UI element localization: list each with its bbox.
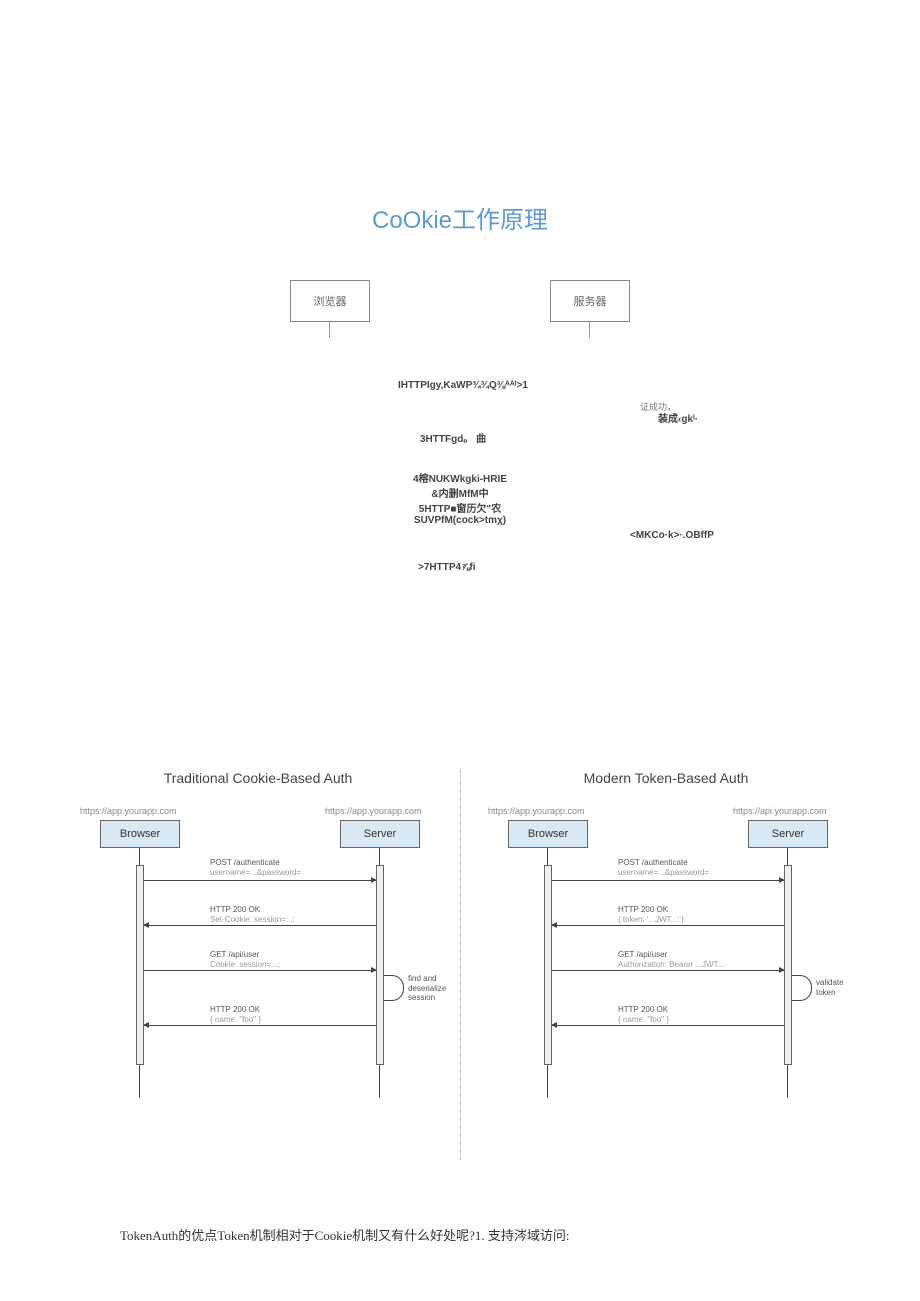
server-box: 服务器 <box>550 280 630 322</box>
vertical-divider <box>460 770 461 1160</box>
cookie-server-activation <box>376 865 384 1065</box>
cookie-auth-diagram: Traditional Cookie-Based Auth https://ap… <box>70 770 446 1110</box>
token-auth-title: Modern Token-Based Auth <box>478 770 854 786</box>
cookie-msg-3 <box>144 970 376 971</box>
token-auth-diagram: Modern Token-Based Auth https://app.your… <box>478 770 854 1110</box>
cookie-msg-4b: { name: "foo" } <box>210 1015 261 1025</box>
cookie-url-right: https://app.yourapp.com <box>325 806 422 816</box>
token-url-right: https://api.yourapp.com <box>733 806 827 816</box>
cookie-url-left: https://app.yourapp.com <box>80 806 177 816</box>
token-browser-activation <box>544 865 552 1065</box>
token-msg-3b: Authorization: Bearer ...JWT... <box>618 960 724 970</box>
cookie-auth-title: Traditional Cookie-Based Auth <box>70 770 446 786</box>
footer-paragraph: TokenAuth的优点Token机制相对于Cookie机制又有什么好处呢?1.… <box>120 1225 800 1244</box>
cookie-msg-2b: Set-Cookie: session=...; <box>210 915 295 925</box>
token-msg-1a: POST /authenticate <box>618 858 688 868</box>
cookie-msg-1a: POST /authenticate <box>210 858 280 868</box>
cookie-msg-1 <box>144 880 376 881</box>
token-msg-4a: HTTP 200 OK <box>618 1005 668 1015</box>
token-msg-2 <box>552 925 784 926</box>
token-msg-4 <box>552 1025 784 1026</box>
note-4: 5HTTP■窗历欠"农 SUVPfM(cock>tmχ) <box>370 500 550 526</box>
cookie-msg-2 <box>144 925 376 926</box>
token-server-activation <box>784 865 792 1065</box>
cookie-msg-4a: HTTP 200 OK <box>210 1005 260 1015</box>
server-dropline <box>589 322 590 338</box>
browser-box: 浏览器 <box>290 280 370 322</box>
note-3: 4榕NUKWkgki-HRIE &内删MfM中 <box>380 470 540 500</box>
cookie-msg-2a: HTTP 200 OK <box>210 905 260 915</box>
cookie-msg-3a: GET /api/user <box>210 950 259 960</box>
token-loop-label: validate token <box>816 978 844 997</box>
cookie-msg-1b: username=...&password= <box>210 868 301 878</box>
main-title: CoOkie工作原理 <box>0 200 920 235</box>
cookie-browser-box: Browser <box>100 820 180 848</box>
token-loop <box>792 975 812 1001</box>
note-1: IHTTPIgy,KaWP¾¾Q⅜ᴬᴬᴵ>1 <box>398 380 528 391</box>
side-note-2: <MKCo·k>·.OBffP <box>630 530 714 541</box>
note-5: >7HTTP4⅞fi <box>418 562 476 573</box>
token-msg-2b: { token: '...JWT...' } <box>618 915 684 925</box>
token-msg-3 <box>552 970 784 971</box>
side-note-1b: 装成‹gkᴵ· <box>658 410 698 425</box>
token-msg-1b: username=...&password= <box>618 868 709 878</box>
cookie-browser-activation <box>136 865 144 1065</box>
cookie-loop <box>384 975 404 1001</box>
browser-dropline <box>329 322 330 338</box>
token-msg-4b: { name: "foo" } <box>618 1015 669 1025</box>
token-msg-3a: GET /api/user <box>618 950 667 960</box>
page: CoOkie工作原理 浏览器 服务器 IHTTPIgy,KaWP¾¾Q⅜ᴬᴬᴵ>… <box>0 0 920 1301</box>
note-2: 3HTTFgd。 曲 <box>420 430 486 445</box>
token-msg-1 <box>552 880 784 881</box>
token-browser-box: Browser <box>508 820 588 848</box>
token-server-box: Server <box>748 820 828 848</box>
cookie-loop-label: find and deserialize session <box>408 974 446 1003</box>
token-url-left: https://app.yourapp.com <box>488 806 585 816</box>
cookie-msg-3b: Cookie: session=...; <box>210 960 280 970</box>
cookie-msg-4 <box>144 1025 376 1026</box>
token-msg-2a: HTTP 200 OK <box>618 905 668 915</box>
cookie-server-box: Server <box>340 820 420 848</box>
